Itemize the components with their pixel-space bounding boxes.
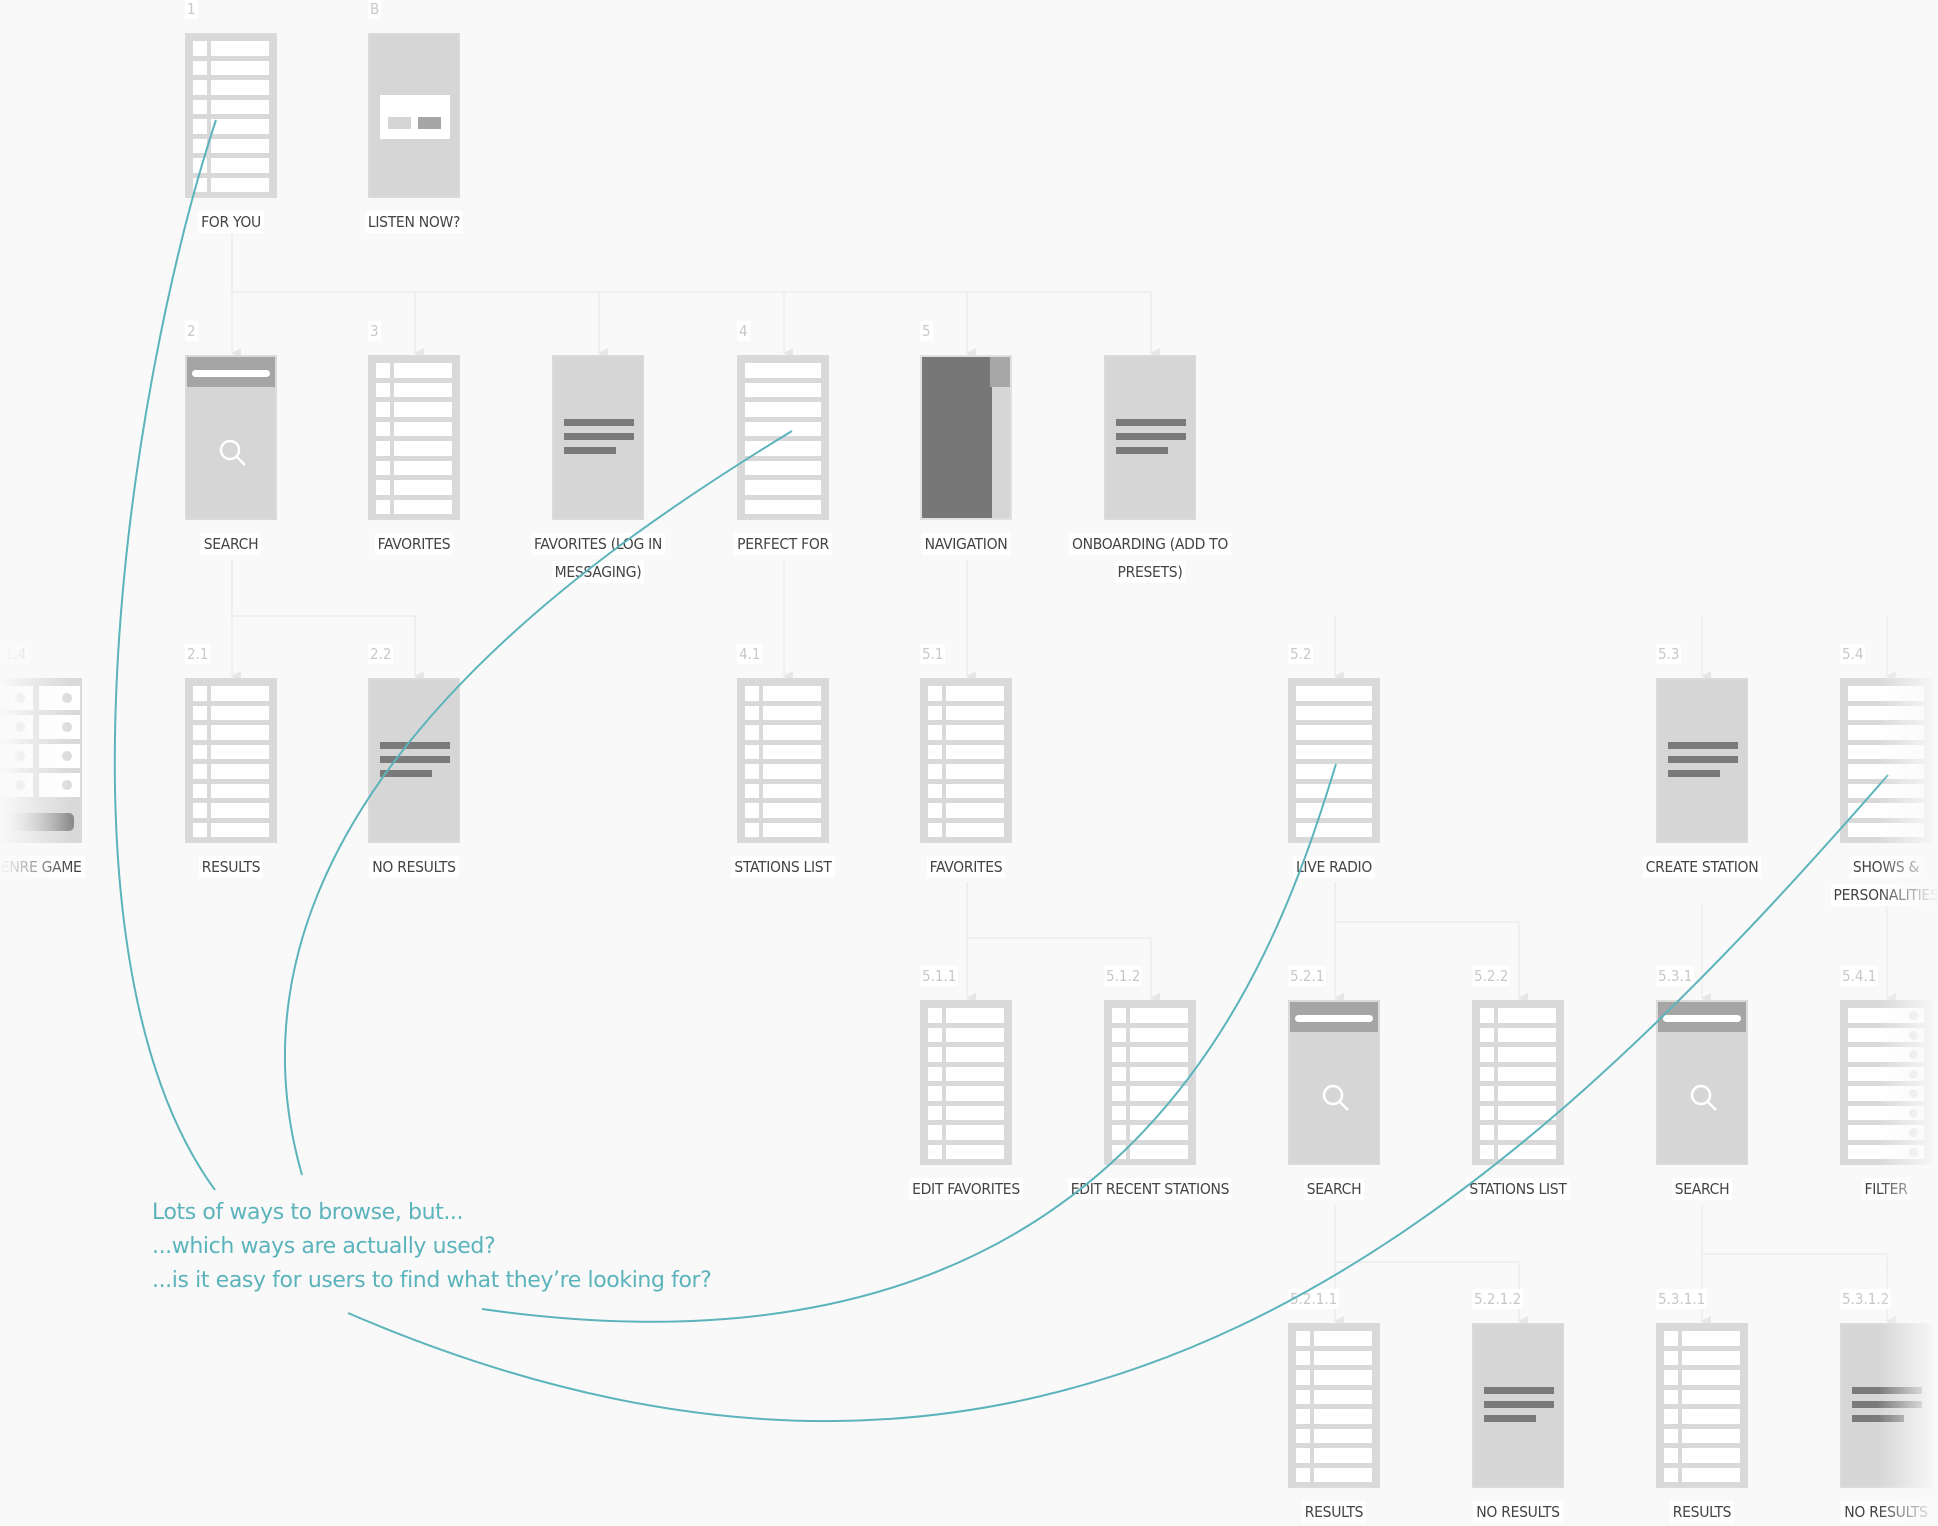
- node-caption: PERFECT FOR: [697, 530, 869, 558]
- list-screen-thumb: [1472, 1000, 1564, 1165]
- search-screen-thumb: [1288, 1000, 1380, 1165]
- list-screen-thumb: [920, 678, 1012, 843]
- node-number: 5.2.1: [1288, 966, 1327, 986]
- list-screen-thumb: [185, 33, 277, 198]
- node-number: 3: [368, 321, 381, 341]
- node-caption: NO RESULTS: [1800, 1498, 1938, 1526]
- node-number: 4.1: [737, 644, 763, 664]
- message-screen-thumb: [1104, 355, 1196, 520]
- annotation-line-1: Lots of ways to browse, but...: [152, 1200, 464, 1225]
- node-number: 5.1.2: [1104, 966, 1143, 986]
- node-number: 1: [185, 0, 198, 19]
- node-caption: ONBOARDING (ADD TO PRESETS): [1064, 530, 1236, 586]
- node-caption: NO RESULTS: [328, 853, 500, 881]
- list-screen-thumb: [1840, 678, 1932, 843]
- node-caption: FAVORITES: [880, 853, 1052, 881]
- node-caption: NAVIGATION: [880, 530, 1052, 558]
- navigation-screen-thumb: [920, 355, 1012, 520]
- node-number: 5.2.2: [1472, 966, 1511, 986]
- node-number: 5.4.1: [1840, 966, 1879, 986]
- search-icon: [1690, 1084, 1717, 1111]
- node-number: 5.1.4: [0, 644, 29, 664]
- text-lines-icon: [564, 419, 634, 461]
- list-screen-thumb: [185, 678, 277, 843]
- node-caption: RESULTS: [1616, 1498, 1788, 1526]
- connector-lines: [231, 223, 1896, 1326]
- node-caption: GENRE GAME: [0, 853, 122, 881]
- node-caption: RESULTS: [1248, 1498, 1420, 1526]
- search-screen-thumb: [185, 355, 277, 520]
- node-caption: EDIT FAVORITES: [880, 1175, 1052, 1203]
- node-caption: FAVORITES (LOG IN MESSAGING): [512, 530, 684, 586]
- annotation-line-3: ...is it easy for users to find what the…: [152, 1268, 712, 1293]
- annotation-note: Lots of ways to browse, but... ...which …: [152, 1196, 712, 1298]
- text-lines-icon: [1484, 1387, 1554, 1429]
- node-number: 5.3.1.1: [1656, 1289, 1708, 1309]
- node-number: 2.2: [368, 644, 394, 664]
- list-screen-thumb: [1840, 1000, 1932, 1165]
- node-number: 5.4: [1840, 644, 1866, 664]
- grid-screen-thumb: [0, 678, 82, 843]
- node-caption: STATIONS LIST: [1432, 1175, 1604, 1203]
- list-screen-thumb: [1288, 1323, 1380, 1488]
- message-screen-thumb: [552, 355, 644, 520]
- node-number: 5.2.1.2: [1472, 1289, 1524, 1309]
- node-caption: FAVORITES: [328, 530, 500, 558]
- node-number: 5.3: [1656, 644, 1682, 664]
- search-icon: [1322, 1084, 1349, 1111]
- button-thumb: [2, 813, 74, 831]
- node-number: B: [368, 0, 382, 19]
- text-lines-icon: [380, 742, 450, 784]
- message-screen-thumb: [1656, 678, 1748, 843]
- list-screen-thumb: [737, 678, 829, 843]
- list-screen-thumb: [737, 355, 829, 520]
- node-number: 2: [185, 321, 198, 341]
- list-screen-thumb: [368, 355, 460, 520]
- node-number: 5.2.1.1: [1288, 1289, 1340, 1309]
- list-screen-thumb: [1104, 1000, 1196, 1165]
- message-screen-thumb: [1472, 1323, 1564, 1488]
- node-number: 5.2: [1288, 644, 1314, 664]
- list-screen-thumb: [920, 1000, 1012, 1165]
- node-caption: FOR YOU: [145, 208, 317, 236]
- node-caption: STATIONS LIST: [697, 853, 869, 881]
- node-number: 4: [737, 321, 750, 341]
- node-caption: FILTER: [1800, 1175, 1938, 1203]
- text-lines-icon: [1668, 742, 1738, 784]
- search-icon: [219, 439, 246, 466]
- list-screen-thumb: [1288, 678, 1380, 843]
- text-lines-icon: [1852, 1387, 1922, 1429]
- node-caption: SEARCH: [1616, 1175, 1788, 1203]
- text-lines-icon: [1116, 419, 1186, 461]
- search-screen-thumb: [1656, 1000, 1748, 1165]
- node-number: 5.3.1: [1656, 966, 1695, 986]
- node-number: 5.1: [920, 644, 946, 664]
- message-screen-thumb: [1840, 1323, 1932, 1488]
- node-caption: SEARCH: [1248, 1175, 1420, 1203]
- node-caption: SEARCH: [145, 530, 317, 558]
- node-caption: EDIT RECENT STATIONS: [1064, 1175, 1236, 1203]
- node-number: 2.1: [185, 644, 211, 664]
- node-number: 5.1.1: [920, 966, 959, 986]
- modal-screen-thumb: [368, 33, 460, 198]
- node-caption: RESULTS: [145, 853, 317, 881]
- node-caption: LIVE RADIO: [1248, 853, 1420, 881]
- node-caption: CREATE STATION: [1616, 853, 1788, 881]
- sitemap-canvas: 1 FOR YOU B LISTEN NOW? 2 SEARCH 3 FAVORITES FAV…: [0, 0, 1938, 1524]
- node-caption: SHOWS & PERSONALITIES: [1800, 853, 1938, 909]
- list-screen-thumb: [1656, 1323, 1748, 1488]
- annotation-line-2: ...which ways are actually used?: [152, 1234, 496, 1259]
- node-caption: LISTEN NOW?: [328, 208, 500, 236]
- node-number: 5.3.1.2: [1840, 1289, 1892, 1309]
- node-caption: NO RESULTS: [1432, 1498, 1604, 1526]
- message-screen-thumb: [368, 678, 460, 843]
- node-number: 5: [920, 321, 933, 341]
